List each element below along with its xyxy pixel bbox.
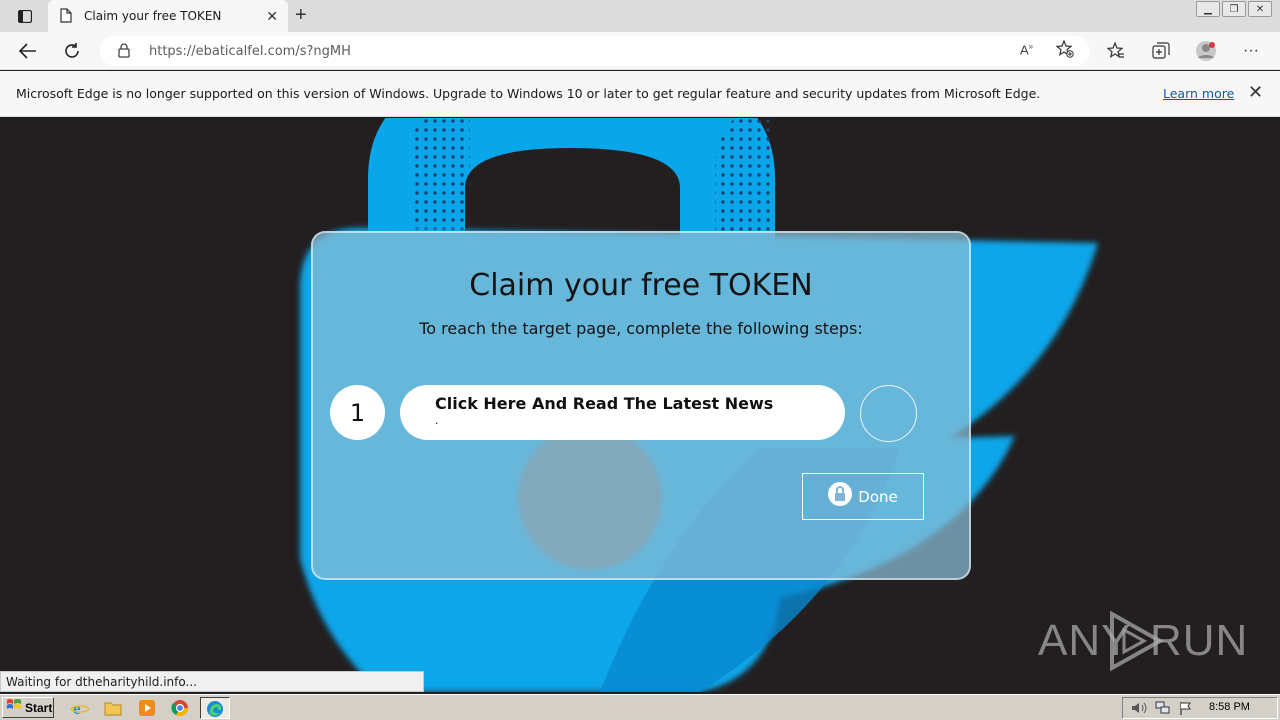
more-icon[interactable]: ··· bbox=[1240, 40, 1262, 62]
start-label: Start bbox=[25, 700, 53, 715]
status-bar: Waiting for dtheharityhild.info... bbox=[0, 671, 424, 692]
folder-icon[interactable] bbox=[103, 698, 123, 718]
tab-title: Claim your free TOKEN bbox=[84, 9, 222, 23]
profile-icon[interactable] bbox=[1195, 40, 1217, 62]
plus-icon[interactable]: + bbox=[295, 5, 307, 25]
lock-icon bbox=[828, 482, 853, 511]
step-status-circle bbox=[860, 385, 917, 442]
lock-icon[interactable] bbox=[118, 43, 130, 63]
close-icon[interactable]: ✕ bbox=[1248, 83, 1263, 101]
minimize-button[interactable]: ▁ bbox=[1196, 1, 1220, 17]
infobar-message: Microsoft Edge is no longer supported on… bbox=[16, 86, 1041, 101]
step-sublabel: . bbox=[435, 413, 439, 427]
close-icon[interactable]: ✕ bbox=[266, 8, 278, 24]
favorites-icon[interactable] bbox=[1105, 40, 1127, 62]
refresh-icon[interactable] bbox=[61, 40, 83, 62]
page-content: Claim your free TOKEN To reach the targe… bbox=[0, 118, 1280, 692]
learn-more-link[interactable]: Learn more bbox=[1163, 86, 1234, 101]
url-text: https://ebaticalfel.com/s?ngMH bbox=[149, 44, 351, 59]
anyrun-watermark: ANY RUN bbox=[1038, 608, 1247, 678]
page-title: Claim your free TOKEN bbox=[469, 268, 813, 303]
page-icon bbox=[60, 8, 72, 28]
edge-icon bbox=[206, 700, 224, 720]
watermark-right: RUN bbox=[1150, 616, 1249, 665]
step-label: Click Here And Read The Latest News bbox=[435, 394, 774, 413]
internet-explorer-icon[interactable]: e bbox=[70, 698, 90, 718]
step-link-button[interactable]: Click Here And Read The Latest News . bbox=[400, 385, 845, 440]
start-button[interactable]: Start bbox=[2, 697, 54, 718]
restore-button[interactable]: ❐ bbox=[1222, 1, 1246, 17]
add-favorite-icon[interactable] bbox=[1055, 39, 1074, 61]
svg-text:e: e bbox=[73, 699, 81, 717]
read-aloud-icon[interactable]: A» bbox=[1020, 42, 1033, 57]
clock: 8:58 PM bbox=[1209, 701, 1250, 713]
screen: Claim your free TOKEN ✕ + ▁ ❐ ✕ https://… bbox=[0, 0, 1280, 720]
claim-card: Claim your free TOKEN To reach the targe… bbox=[311, 231, 971, 580]
tab-bar: Claim your free TOKEN ✕ + ▁ ❐ ✕ bbox=[0, 0, 1280, 32]
taskbar: Start e 8:58 PM bbox=[0, 694, 1280, 720]
edge-taskbar-button[interactable] bbox=[200, 697, 230, 719]
status-text: Waiting for dtheharityhild.info... bbox=[6, 675, 197, 689]
tab-actions-icon[interactable] bbox=[12, 6, 38, 26]
navigation-bar: https://ebaticalfel.com/s?ngMH A» ··· bbox=[0, 32, 1280, 70]
system-tray bbox=[1122, 697, 1278, 719]
address-bar[interactable]: https://ebaticalfel.com/s?ngMH A» bbox=[100, 36, 1090, 66]
back-icon[interactable] bbox=[17, 40, 39, 62]
unsupported-infobar: Microsoft Edge is no longer supported on… bbox=[0, 71, 1280, 117]
browser-tab[interactable]: Claim your free TOKEN ✕ bbox=[48, 0, 288, 32]
flag-icon[interactable] bbox=[1179, 701, 1193, 720]
done-label: Done bbox=[858, 487, 898, 506]
media-player-icon[interactable] bbox=[137, 698, 157, 718]
windows-logo-icon bbox=[6, 698, 22, 717]
network-icon[interactable] bbox=[1155, 701, 1171, 720]
collections-icon[interactable] bbox=[1150, 40, 1172, 62]
page-subtitle: To reach the target page, complete the f… bbox=[419, 319, 863, 338]
window-controls: ▁ ❐ ✕ bbox=[1196, 1, 1272, 17]
step-number: 1 bbox=[330, 385, 385, 440]
volume-icon[interactable] bbox=[1131, 701, 1147, 720]
done-button[interactable]: Done bbox=[802, 473, 924, 520]
chrome-icon[interactable] bbox=[170, 698, 190, 718]
close-window-button[interactable]: ✕ bbox=[1248, 1, 1272, 17]
